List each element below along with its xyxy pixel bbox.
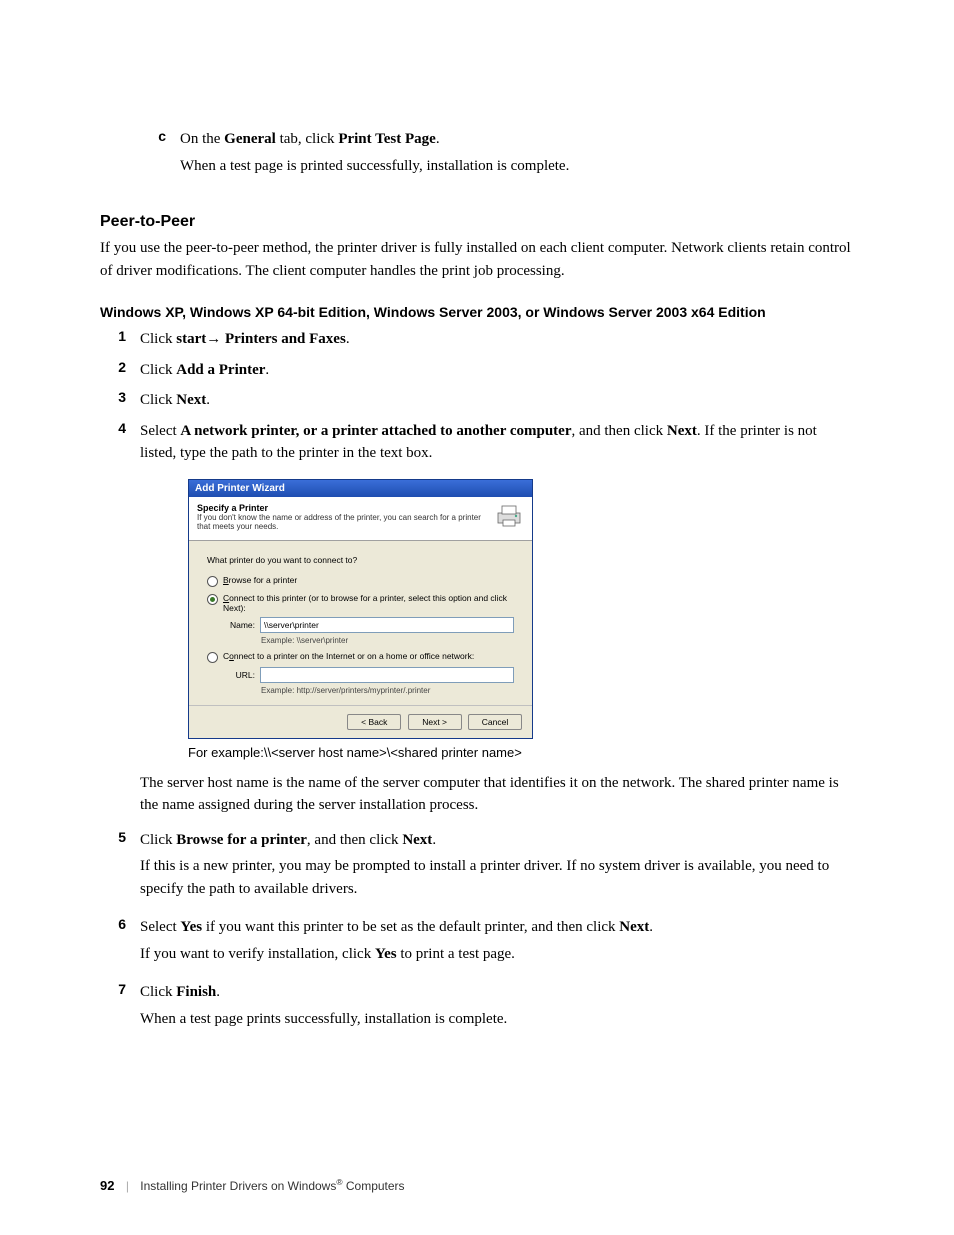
url-input[interactable]: [260, 667, 514, 683]
dialog-header-subtitle: If you don't know the name or address of…: [197, 513, 488, 532]
chapter-title: Installing Printer Drivers on Windows® C…: [140, 1179, 404, 1193]
page-number: 92: [100, 1178, 114, 1193]
step-6-body: Select Yes if you want this printer to b…: [140, 916, 854, 973]
step-4-marker: 4: [100, 420, 140, 465]
radio-icon: [207, 576, 218, 587]
step-c-result: When a test page is printed successfully…: [180, 155, 854, 178]
name-input[interactable]: [260, 617, 514, 633]
step-c-marker: c: [140, 128, 180, 185]
printer-icon: [494, 503, 524, 529]
caption-note: The server host name is the name of the …: [140, 772, 854, 817]
dialog-titlebar: Add Printer Wizard: [189, 480, 532, 497]
step-2-marker: 2: [100, 359, 140, 382]
step-4-body: Select A network printer, or a printer a…: [140, 420, 854, 465]
radio-connect-internet[interactable]: Connect to a printer on the Internet or …: [207, 651, 514, 663]
step-7-body: Click Finish. When a test page prints su…: [140, 981, 854, 1038]
step-1-body: Click start→ Printers and Faxes.: [140, 328, 854, 351]
step-c-text: On the General tab, click Print Test Pag…: [180, 131, 440, 147]
next-button[interactable]: Next >: [408, 714, 462, 730]
numbered-steps: 1 Click start→ Printers and Faxes. 2 Cli…: [100, 328, 854, 465]
step-7-marker: 7: [100, 981, 140, 1038]
step-5-marker: 5: [100, 829, 140, 909]
subsection-heading: Windows XP, Windows XP 64-bit Edition, W…: [100, 304, 854, 320]
cancel-button[interactable]: Cancel: [468, 714, 522, 730]
url-example: Example: http://server/printers/myprinte…: [261, 686, 514, 695]
step-6-marker: 6: [100, 916, 140, 973]
back-button[interactable]: < Back: [347, 714, 401, 730]
step-1-marker: 1: [100, 328, 140, 351]
step-5-body: Click Browse for a printer, and then cli…: [140, 829, 854, 909]
dialog-header-title: Specify a Printer: [197, 503, 488, 513]
url-label: URL:: [223, 670, 255, 680]
name-example: Example: \\server\printer: [261, 636, 514, 645]
dialog-question: What printer do you want to connect to?: [207, 555, 514, 565]
section-body: If you use the peer-to-peer method, the …: [100, 237, 854, 282]
radio-browse-printer[interactable]: Browse for a printer: [207, 575, 514, 587]
section-heading-peer: Peer-to-Peer: [100, 213, 854, 231]
page-footer: 92 | Installing Printer Drivers on Windo…: [100, 1177, 405, 1193]
radio-icon: [207, 594, 218, 605]
add-printer-wizard-dialog: Add Printer Wizard Specify a Printer If …: [188, 479, 533, 739]
step-3-marker: 3: [100, 389, 140, 412]
radio-icon: [207, 652, 218, 663]
step-3-body: Click Next.: [140, 389, 854, 412]
dialog-caption: For example:\\<server host name>\<shared…: [188, 745, 854, 760]
numbered-steps-cont: 5 Click Browse for a printer, and then c…: [100, 829, 854, 1039]
name-label: Name:: [223, 620, 255, 630]
step-c-block: c On the General tab, click Print Test P…: [140, 128, 854, 185]
radio-connect-printer[interactable]: Connect to this printer (or to browse fo…: [207, 593, 514, 613]
step-2-body: Click Add a Printer.: [140, 359, 854, 382]
